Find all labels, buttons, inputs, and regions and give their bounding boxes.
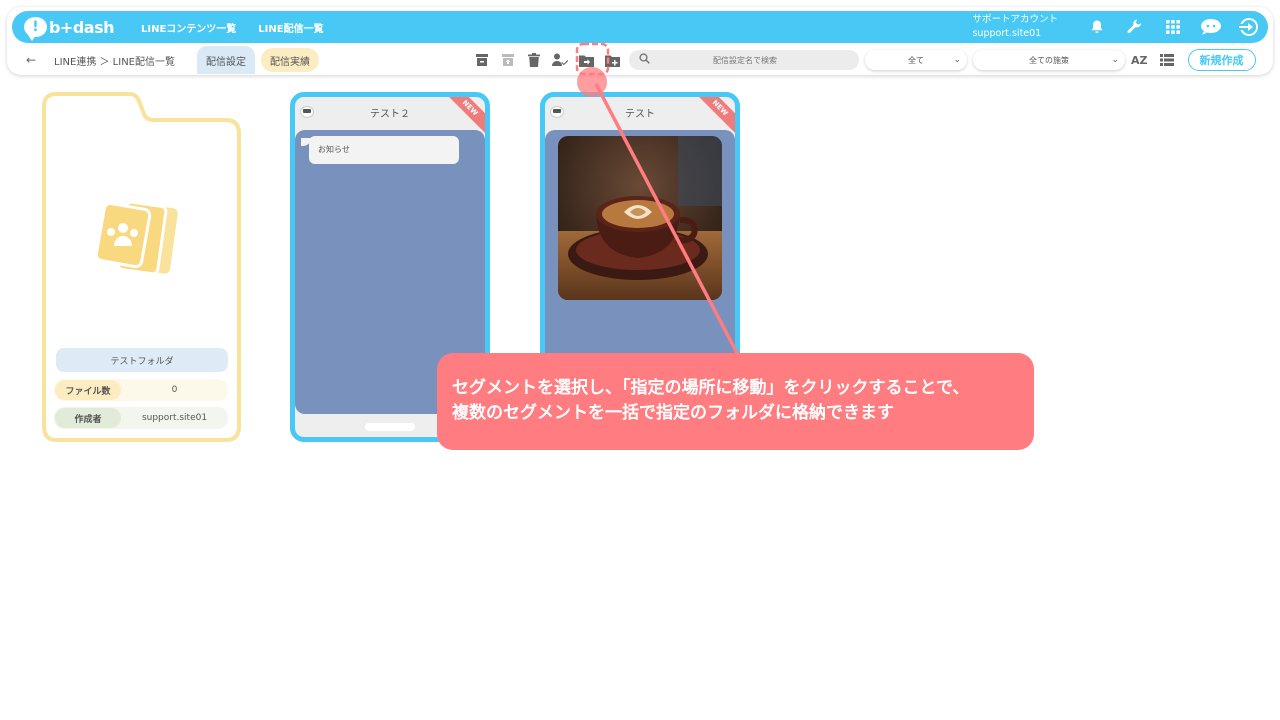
bell-icon[interactable] [1078, 11, 1116, 43]
instruction-callout: セグメントを選択し、「指定の場所に移動」をクリックすることで、 複数のセグメント… [437, 353, 1034, 450]
status-filter-value: 全て [908, 55, 924, 65]
policy-filter-value: 全ての施策 [1029, 55, 1069, 65]
logout-icon[interactable] [1230, 11, 1268, 43]
nav-line-delivery[interactable]: LINE配信一覧 [258, 20, 323, 35]
logo-bubble-icon: ! [24, 17, 47, 41]
card-title: テスト [625, 108, 655, 120]
status-filter-select[interactable]: 全て ⌄ [865, 50, 967, 70]
account-label: サポートアカウント [972, 14, 1058, 25]
move-to-folder-icon[interactable] [575, 49, 597, 71]
top-navigation-bar: ! b+dash LINEコンテンツ一覧 LINE配信一覧 サポートアカウント … [12, 11, 1268, 43]
app-root: ! b+dash LINEコンテンツ一覧 LINE配信一覧 サポートアカウント … [0, 0, 1280, 720]
file-count-label: ファイル数 [55, 380, 121, 400]
tab-delivery-settings[interactable]: 配信設定 [197, 46, 255, 74]
apps-grid-icon[interactable] [1154, 11, 1192, 43]
logo[interactable]: ! b+dash [24, 17, 115, 41]
folder-file-count-row: ファイル数 0 [54, 379, 228, 401]
chat-icon[interactable] [1192, 11, 1230, 43]
tab-delivery-results[interactable]: 配信実績 [261, 48, 319, 72]
unarchive-icon[interactable] [497, 49, 519, 71]
archive-icon[interactable] [471, 49, 493, 71]
back-arrow-icon[interactable]: ← [26, 53, 48, 67]
message-bubble: お知らせ [301, 136, 459, 164]
folder-author-row: 作成者 support.site01 [54, 407, 228, 429]
home-indicator [365, 423, 415, 431]
account-info[interactable]: サポートアカウント support.site01 [972, 13, 1058, 41]
chevron-down-icon: ⌄ [953, 55, 961, 65]
bulk-action-icons [471, 49, 623, 71]
camera-icon [551, 107, 563, 117]
nav-line-contents[interactable]: LINEコンテンツ一覧 [141, 20, 236, 35]
logo-text: b+dash [48, 17, 115, 37]
new-folder-icon[interactable] [601, 49, 623, 71]
author-value: support.site01 [141, 413, 208, 423]
callout-line-2: 複数のセグメントを一括で指定のフォルダに格納できます [452, 403, 894, 423]
card-title: テスト２ [370, 108, 410, 120]
author-label: 作成者 [55, 408, 121, 428]
breadcrumb: LINE連携 ＞ LINE配信一覧 [54, 56, 175, 68]
segment-folder-icon [94, 200, 186, 284]
folder-name: テストフォルダ [56, 348, 228, 372]
policy-filter-select[interactable]: 全ての施策 ⌄ [973, 50, 1125, 70]
create-new-button[interactable]: 新規作成 [1187, 49, 1256, 71]
sub-toolbar: ← LINE連携 ＞ LINE配信一覧 配信設定 配信実績 配信設定名で検索 全… [12, 46, 1268, 74]
trash-icon[interactable] [523, 49, 545, 71]
wrench-icon[interactable] [1116, 11, 1154, 43]
account-id: support.site01 [972, 28, 1042, 39]
file-count-value: 0 [171, 385, 178, 395]
callout-line-1: セグメントを選択し、「指定の場所に移動」をクリックすることで、 [452, 378, 970, 398]
list-view-icon[interactable] [1156, 49, 1178, 71]
search-input[interactable] [650, 55, 840, 65]
search-icon [639, 53, 650, 67]
camera-icon [301, 107, 313, 117]
chevron-down-icon: ⌄ [1111, 55, 1119, 65]
coffee-photo [558, 136, 722, 300]
assign-user-icon[interactable] [549, 49, 571, 71]
search-box[interactable] [629, 50, 859, 70]
sort-az-icon[interactable]: AZ [1131, 54, 1148, 67]
